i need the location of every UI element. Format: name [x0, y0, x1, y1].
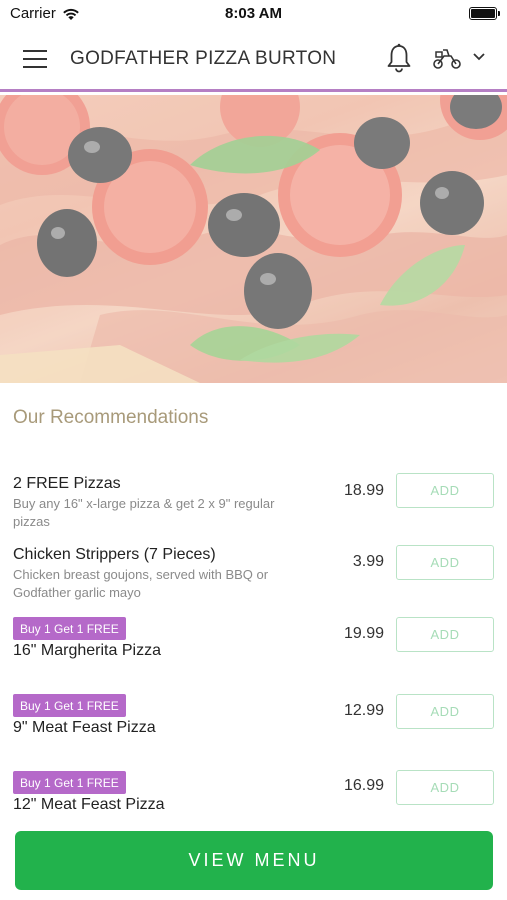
chevron-down-icon[interactable]: [472, 52, 486, 62]
item-name: 16" Margherita Pizza: [13, 642, 161, 659]
item-name: 9" Meat Feast Pizza: [13, 719, 156, 736]
promo-badge: Buy 1 Get 1 FREE: [13, 771, 126, 794]
pizza-illustration: [0, 95, 507, 383]
promo-badge: Buy 1 Get 1 FREE: [13, 617, 126, 640]
status-bar: Carrier 8:03 AM: [0, 0, 507, 26]
item-name: 12" Meat Feast Pizza: [13, 796, 165, 813]
add-button[interactable]: ADD: [396, 545, 494, 580]
item-price: 12.99: [343, 702, 384, 719]
add-button[interactable]: ADD: [396, 694, 494, 729]
add-button[interactable]: ADD: [396, 473, 494, 508]
item-description: Buy any 16" x-large pizza & get 2 x 9" r…: [13, 496, 275, 529]
item-price: 16.99: [343, 777, 384, 794]
item-name: 2 FREE Pizzas: [13, 475, 121, 492]
hero-pizza-image: [0, 95, 507, 383]
view-menu-button[interactable]: VIEW MENU: [15, 831, 493, 890]
recommendations-title: Our Recommendations: [13, 407, 209, 428]
bell-icon[interactable]: [386, 43, 412, 73]
item-name: Chicken Strippers (7 Pieces): [13, 546, 216, 563]
add-button[interactable]: ADD: [396, 770, 494, 805]
scooter-icon[interactable]: [432, 46, 462, 70]
hamburger-icon[interactable]: [23, 50, 47, 68]
promo-badge: Buy 1 Get 1 FREE: [13, 694, 126, 717]
item-price: 3.99: [352, 553, 384, 570]
app-header: GODFATHER PIZZA BURTON: [0, 26, 507, 92]
status-time: 8:03 AM: [225, 5, 282, 22]
battery-icon: [469, 7, 500, 20]
add-button[interactable]: ADD: [396, 617, 494, 652]
item-price: 18.99: [343, 482, 384, 499]
item-description: Chicken breast goujons, served with BBQ …: [13, 567, 269, 600]
restaurant-title: GODFATHER PIZZA BURTON: [70, 48, 337, 69]
item-price: 19.99: [343, 625, 384, 642]
